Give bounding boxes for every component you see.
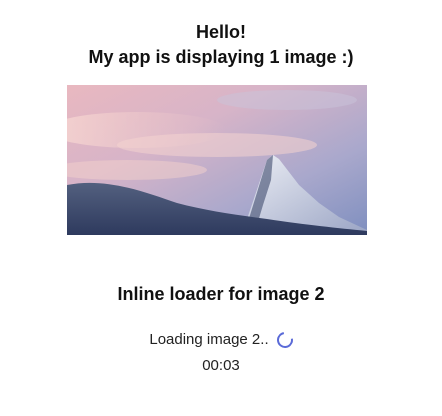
loading-spinner-icon [273, 328, 296, 352]
inline-loader-title: Inline loader for image 2 [117, 284, 325, 304]
loading-text: Loading image 2.. [149, 331, 269, 348]
greeting-heading: Hello! [195, 22, 246, 42]
mountain-photo [67, 85, 367, 235]
image2-loader: Loading image 2.. [0, 328, 442, 352]
elapsed-timer: 00:03 [202, 357, 240, 374]
app-page: Hello! My app is displaying 1 image :) I… [0, 0, 442, 416]
page-header: Hello! My app is displaying 1 image :) [0, 20, 442, 70]
image-count-heading: My app is displaying 1 image :) [88, 47, 354, 67]
